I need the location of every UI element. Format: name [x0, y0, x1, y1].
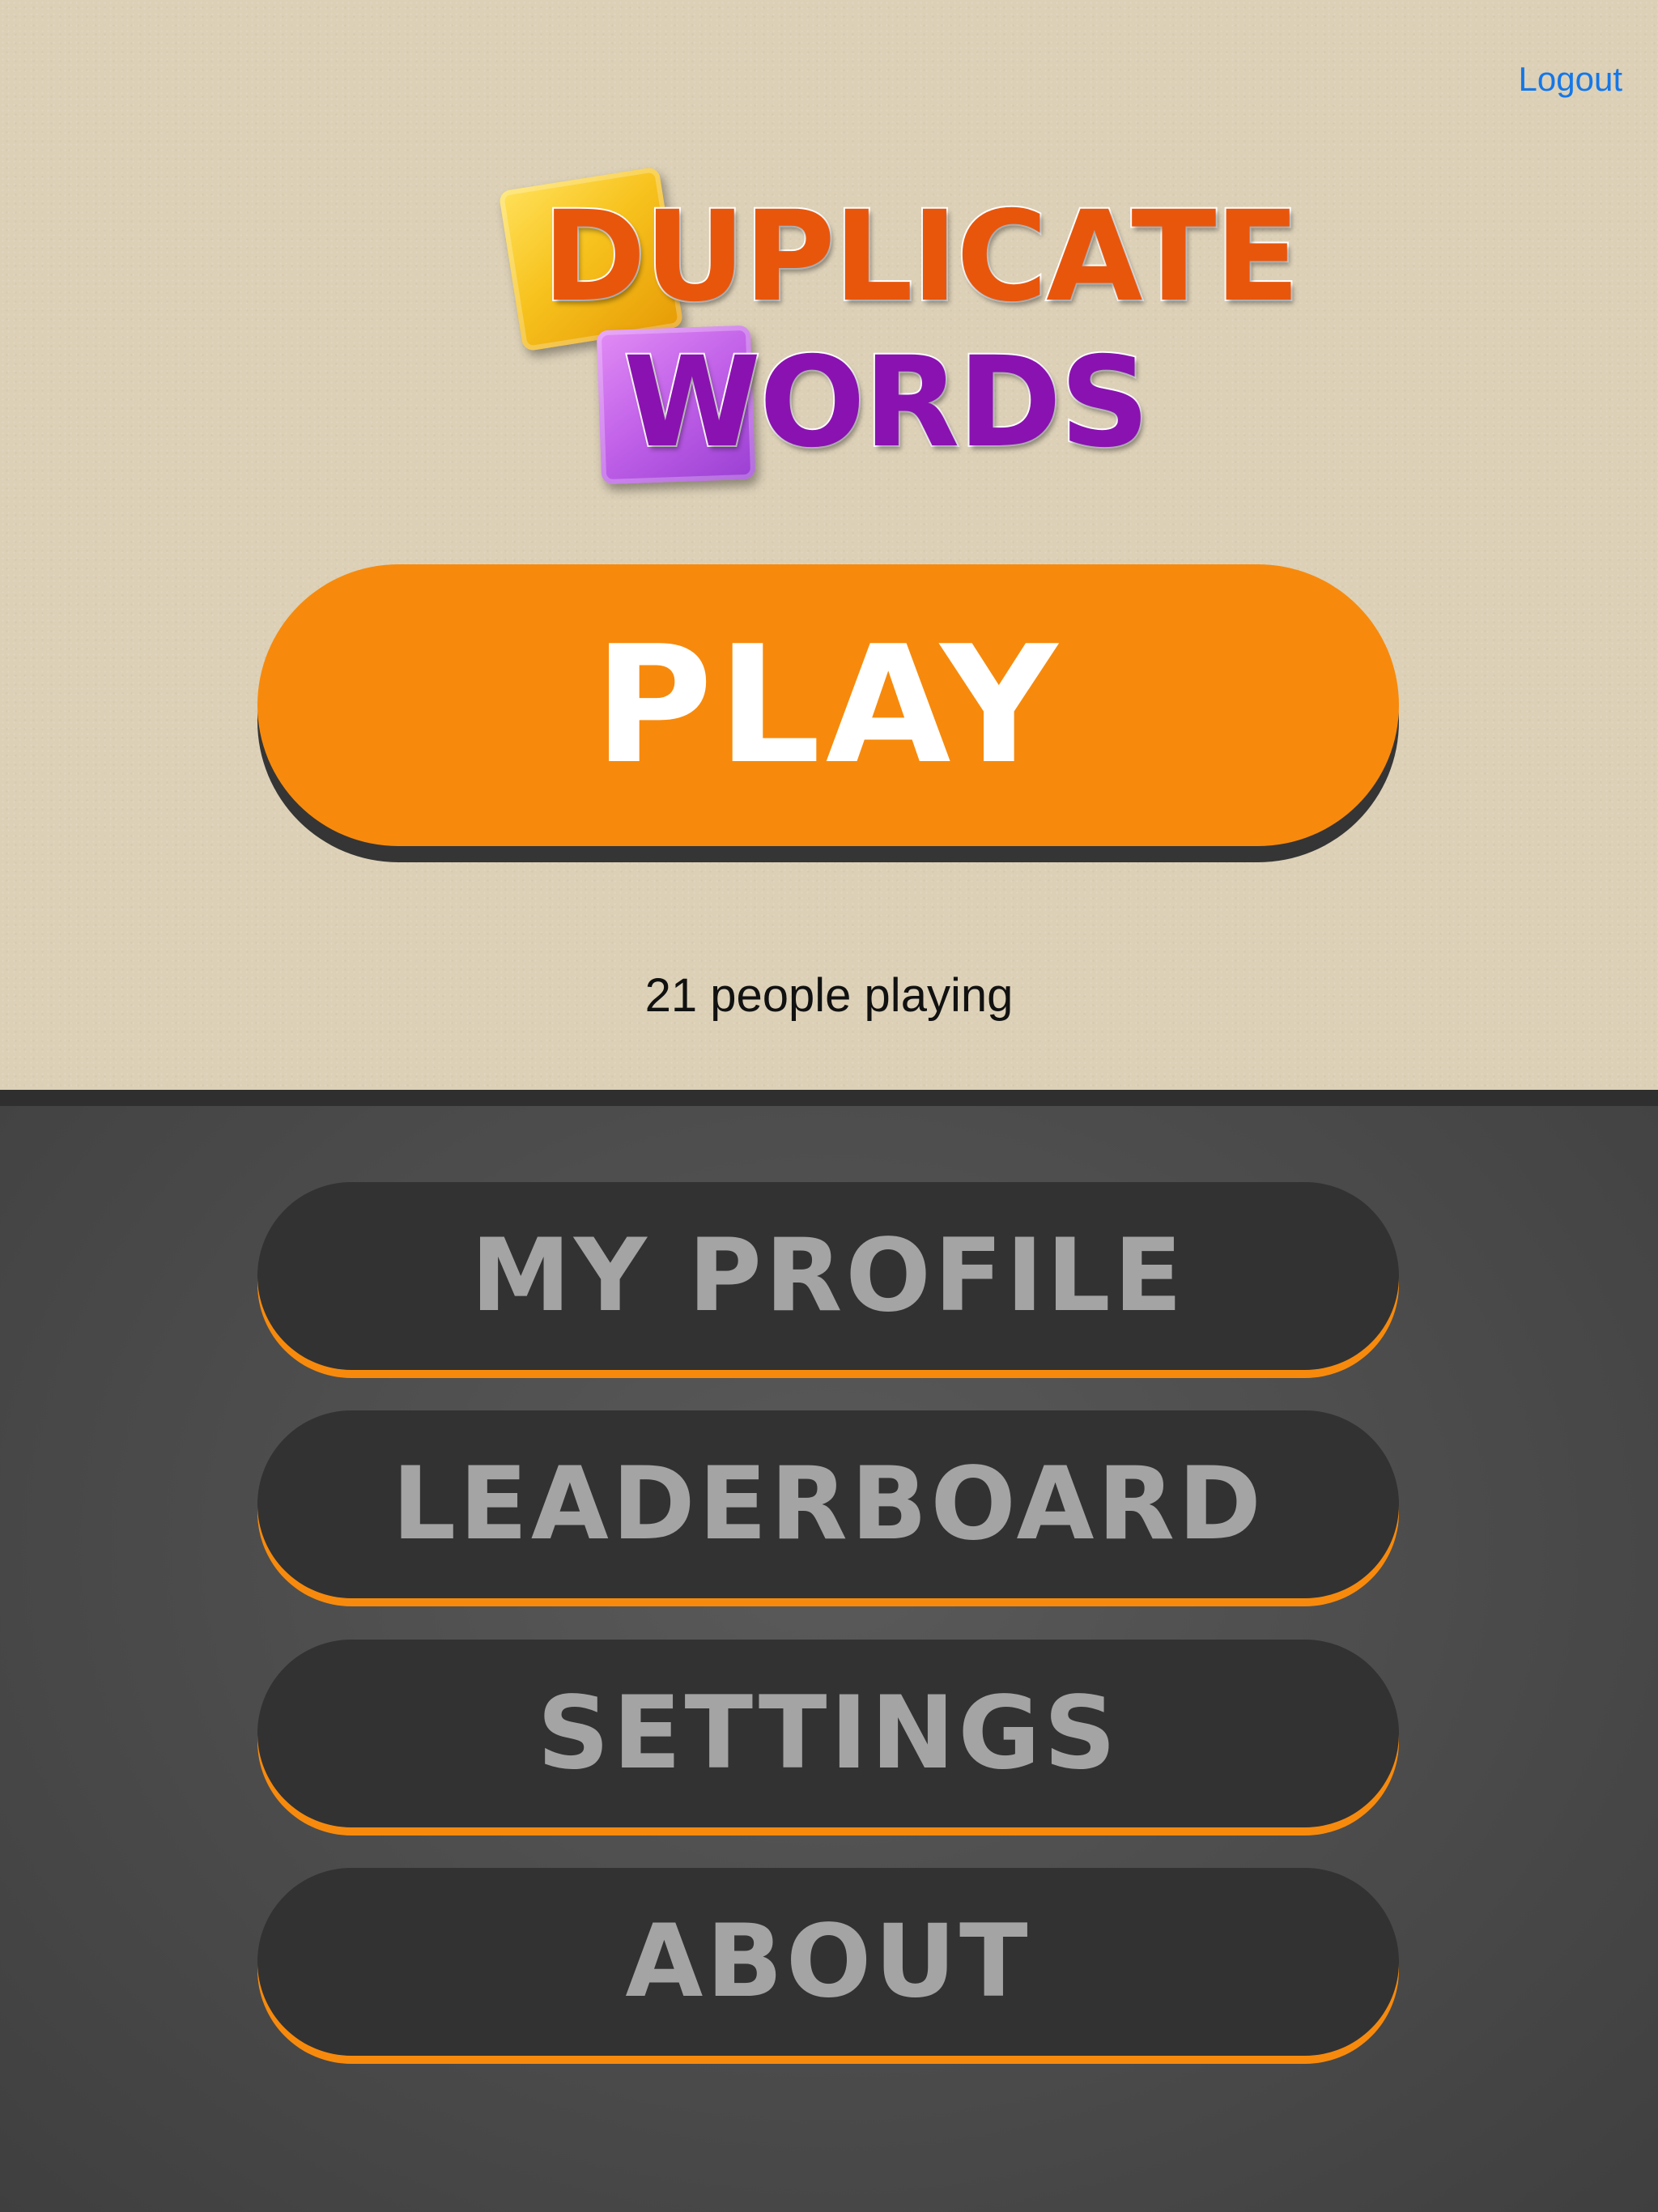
logout-link[interactable]: Logout [1519, 60, 1622, 99]
section-divider [0, 1090, 1658, 1106]
about-button[interactable]: ABOUT [257, 1868, 1399, 2056]
top-panel: Logout DUPLICATE WORDS PLAY 21 people pl… [0, 0, 1658, 1090]
players-count-text: 21 people playing [644, 969, 1014, 1022]
settings-button[interactable]: SETTINGS [257, 1640, 1399, 1827]
my-profile-button[interactable]: MY PROFILE [257, 1182, 1399, 1370]
logo-line-duplicate: DUPLICATE [541, 183, 1302, 331]
play-button[interactable]: PLAY [257, 564, 1399, 846]
app-logo: DUPLICATE WORDS [494, 162, 1302, 486]
logo-line-words: WORDS [622, 329, 1151, 477]
leaderboard-button[interactable]: LEADERBOARD [257, 1410, 1399, 1598]
